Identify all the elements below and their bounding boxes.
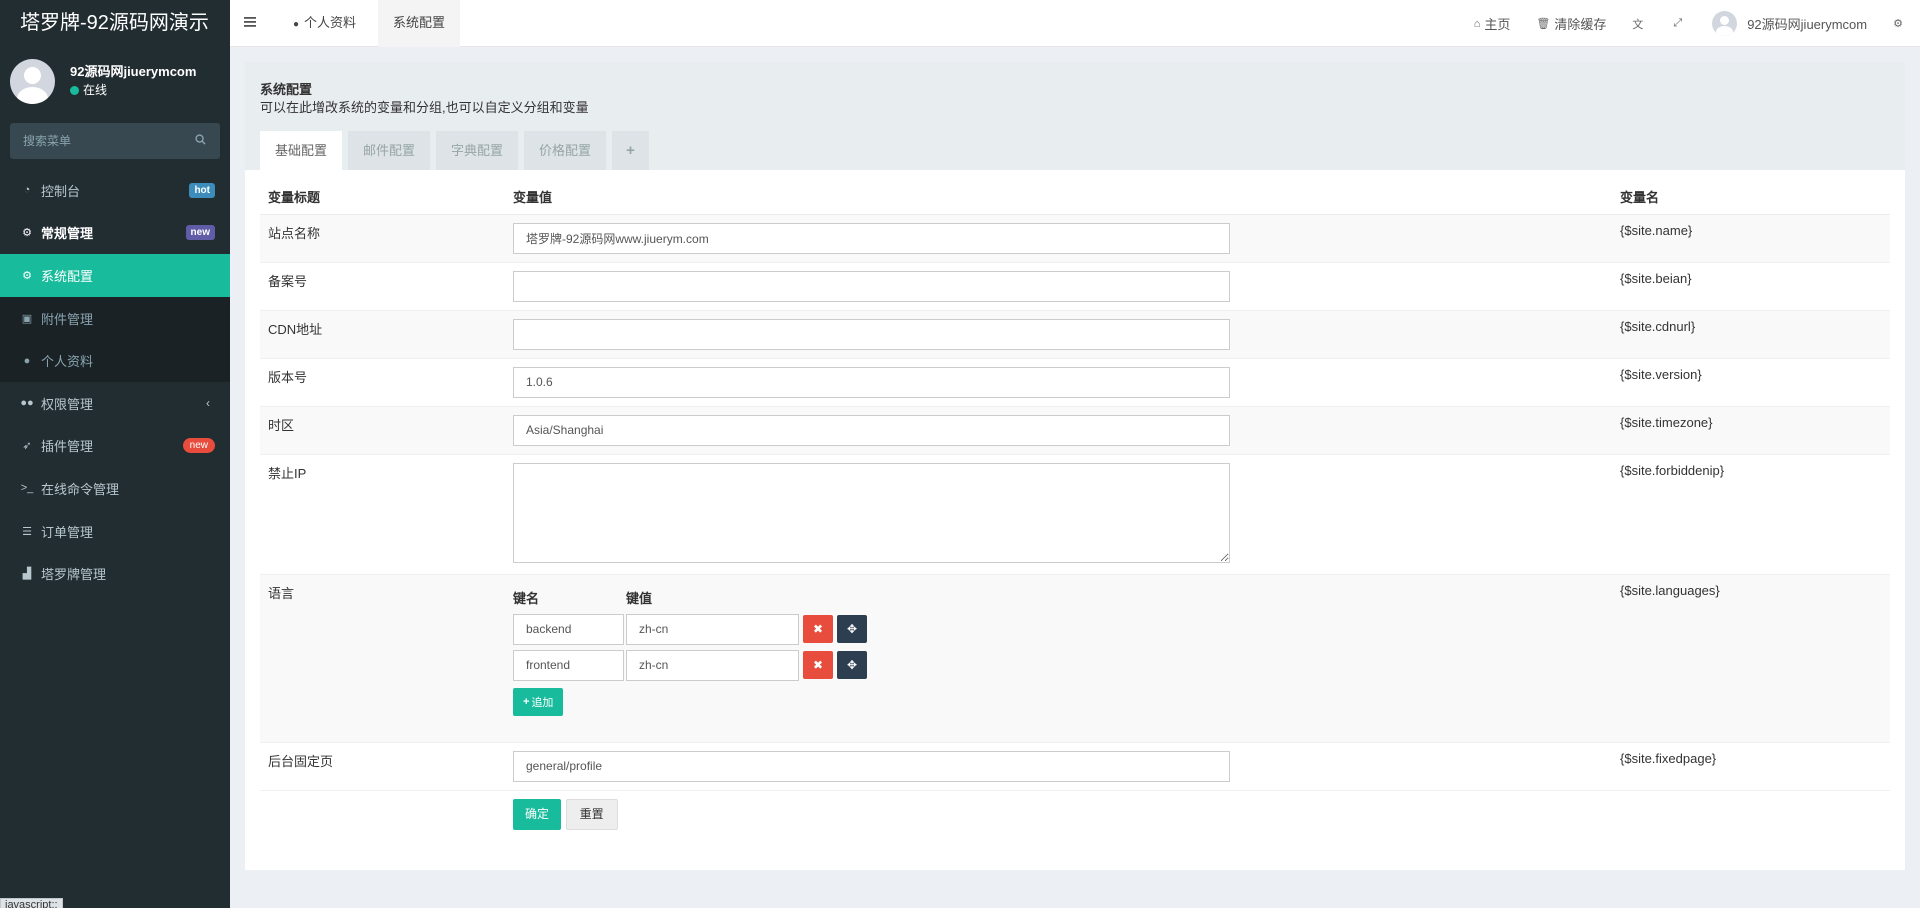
forbidden-ip-textarea[interactable] [513,462,1230,563]
sidebar-item-auth[interactable]: ●● 权限管理 ‹ [0,382,230,425]
new-badge: new [185,225,215,241]
user-panel: 92源码网jiuerymcom 在线 [0,47,230,117]
sidebar-item-command[interactable]: >_ 在线命令管理 [0,467,230,510]
user-icon: ● [293,19,300,30]
submit-button[interactable]: 确定 [513,798,562,830]
add-tab-button[interactable]: + [612,131,649,170]
fixed-page-input[interactable] [513,750,1230,782]
table-row: 站点名称 {$site.name} [260,213,1890,262]
drag-row-handle[interactable]: ✥ [837,615,867,643]
arrows-icon: ✥ [846,658,858,672]
sidebar-item-config[interactable]: ⚙ 系统配置 [0,254,230,297]
user-menu[interactable]: 92源码网jiuerymcom [1699,0,1880,47]
menu-toggle-icon[interactable] [244,16,256,28]
panel-heading: 系统配置 可以在此增改系统的变量和分组,也可以自定义分组和变量 基础配置 邮件配… [245,62,1905,170]
tab-price[interactable]: 价格配置 [524,131,607,170]
page-title: 系统配置 [260,82,313,97]
dashboard-icon: ◔ [23,184,31,197]
sidebar-item-order[interactable]: ☰ 订单管理 [0,510,230,553]
site-name-input[interactable] [513,222,1230,254]
settings-button[interactable]: ⚙ [1880,0,1920,47]
language-icon: 文 [1632,18,1644,31]
cogs-icon: ⚙ [1893,18,1903,30]
chevron-left-icon: ‹ [206,396,210,411]
cogs-icon: ⚙ [22,227,32,240]
timezone-input[interactable] [513,414,1230,446]
table-header: 变量标题 变量值 变量名 [260,180,1890,215]
kv-row: ✖ ✥ [513,613,1604,645]
plus-icon: + [523,695,530,708]
status-tooltip: javascript:; [0,898,63,908]
tab-config[interactable]: 系统配置 [378,0,461,47]
sidebar-item-tarot[interactable]: ▟ 塔罗牌管理 [0,552,230,595]
fullscreen-icon: ⤢ [1673,17,1683,29]
sidebar-item-general[interactable]: ⚙ 常规管理 new [0,212,230,255]
table-row: 语言 键名 键值 ✖ ✥ ✖ ✥ +追加 [260,573,1890,742]
table-row: CDN地址 {$site.cdnurl} [260,309,1890,358]
user-name: 92源码网jiuerymcom [70,64,197,79]
list-icon: ☰ [22,525,32,538]
sidebar-item-dashboard[interactable]: ◔ 控制台 hot [0,169,230,212]
remove-row-button[interactable]: ✖ [803,615,833,643]
language-value-input[interactable] [626,649,799,681]
search-icon[interactable] [195,134,206,145]
menu-search [10,123,220,159]
language-value-input[interactable] [626,613,799,645]
page-description: 可以在此增改系统的变量和分组,也可以自定义分组和变量 [260,100,589,115]
version-input[interactable] [513,366,1230,398]
table-row: 版本号 {$site.version} [260,357,1890,406]
avatar [1712,11,1738,36]
app-logo[interactable]: 塔罗牌-92源码网演示 [0,0,230,47]
remove-row-button[interactable]: ✖ [803,651,833,679]
fullscreen-button[interactable]: ⤢ [1660,0,1699,47]
user-icon: ● [23,354,31,367]
user-avatar [10,59,55,104]
tab-email[interactable]: 邮件配置 [348,131,431,170]
append-button[interactable]: + 追加 [513,687,564,716]
sidebar: 塔罗牌-92源码网演示 92源码网jiuerymcom 在线 ◔ 控制台 hot… [0,0,230,908]
menu-search-input[interactable] [10,123,220,159]
clear-cache-button[interactable]: 🗑 清除缓存 [1523,0,1619,47]
table-row: 备案号 {$site.beian} [260,261,1890,310]
terminal-icon: >_ [20,482,34,495]
top-navbar: ● 个人资料 系统配置 ⌂ 主页 🗑 清除缓存 文 ⤢ 92源码网jiuerymcom… [230,0,1920,47]
reset-button[interactable]: 重置 [565,798,618,830]
hot-badge: hot [189,182,215,198]
table-row: 时区 {$site.timezone} [260,405,1890,454]
tab-profile[interactable]: ● 个人资料 [278,0,371,47]
cdn-url-input[interactable] [513,318,1230,350]
kv-header: 键名 键值 [513,590,653,606]
sidebar-item-attachment[interactable]: ▣ 附件管理 [0,296,230,340]
arrows-icon: ✥ [846,622,858,636]
sidebar-item-profile[interactable]: ● 个人资料 [0,339,230,382]
trash-icon: 🗑 [1536,18,1551,30]
drag-row-handle[interactable]: ✥ [837,651,867,679]
rocket-icon: ➶ [22,440,32,453]
language-button[interactable]: 文 [1619,0,1660,47]
user-status: 在线 [70,81,107,98]
form-actions: 确定 重置 [260,789,1890,838]
close-icon: ✖ [812,622,824,636]
config-tabs: 基础配置 邮件配置 字典配置 价格配置 + [260,131,655,170]
language-key-input[interactable] [513,649,624,681]
new-badge: new [182,438,215,454]
config-panel: 系统配置 可以在此增改系统的变量和分组,也可以自定义分组和变量 基础配置 邮件配… [245,62,1905,870]
group-icon: ●● [20,397,34,410]
online-dot-icon [70,86,79,95]
table-row: 后台固定页 {$site.fixedpage} [260,741,1890,790]
tab-dictionary[interactable]: 字典配置 [436,131,519,170]
image-icon: ▣ [21,312,33,325]
kv-row: ✖ ✥ [513,649,1604,681]
close-icon: ✖ [812,658,824,672]
sidebar-item-addon[interactable]: ➶ 插件管理 new [0,425,230,468]
table-row: 禁止IP {$site.forbiddenip} [260,453,1890,574]
config-table: 变量标题 变量值 变量名 站点名称 {$site.name} 备案号 {$sit… [260,180,1890,838]
home-icon: ⌂ [1473,17,1481,30]
home-link[interactable]: ⌂ 主页 [1461,0,1524,47]
gear-icon: ⚙ [22,269,32,282]
chart-icon: ▟ [22,568,32,581]
language-key-input[interactable] [513,613,624,645]
tab-basic[interactable]: 基础配置 [260,131,343,170]
beian-input[interactable] [513,270,1230,302]
